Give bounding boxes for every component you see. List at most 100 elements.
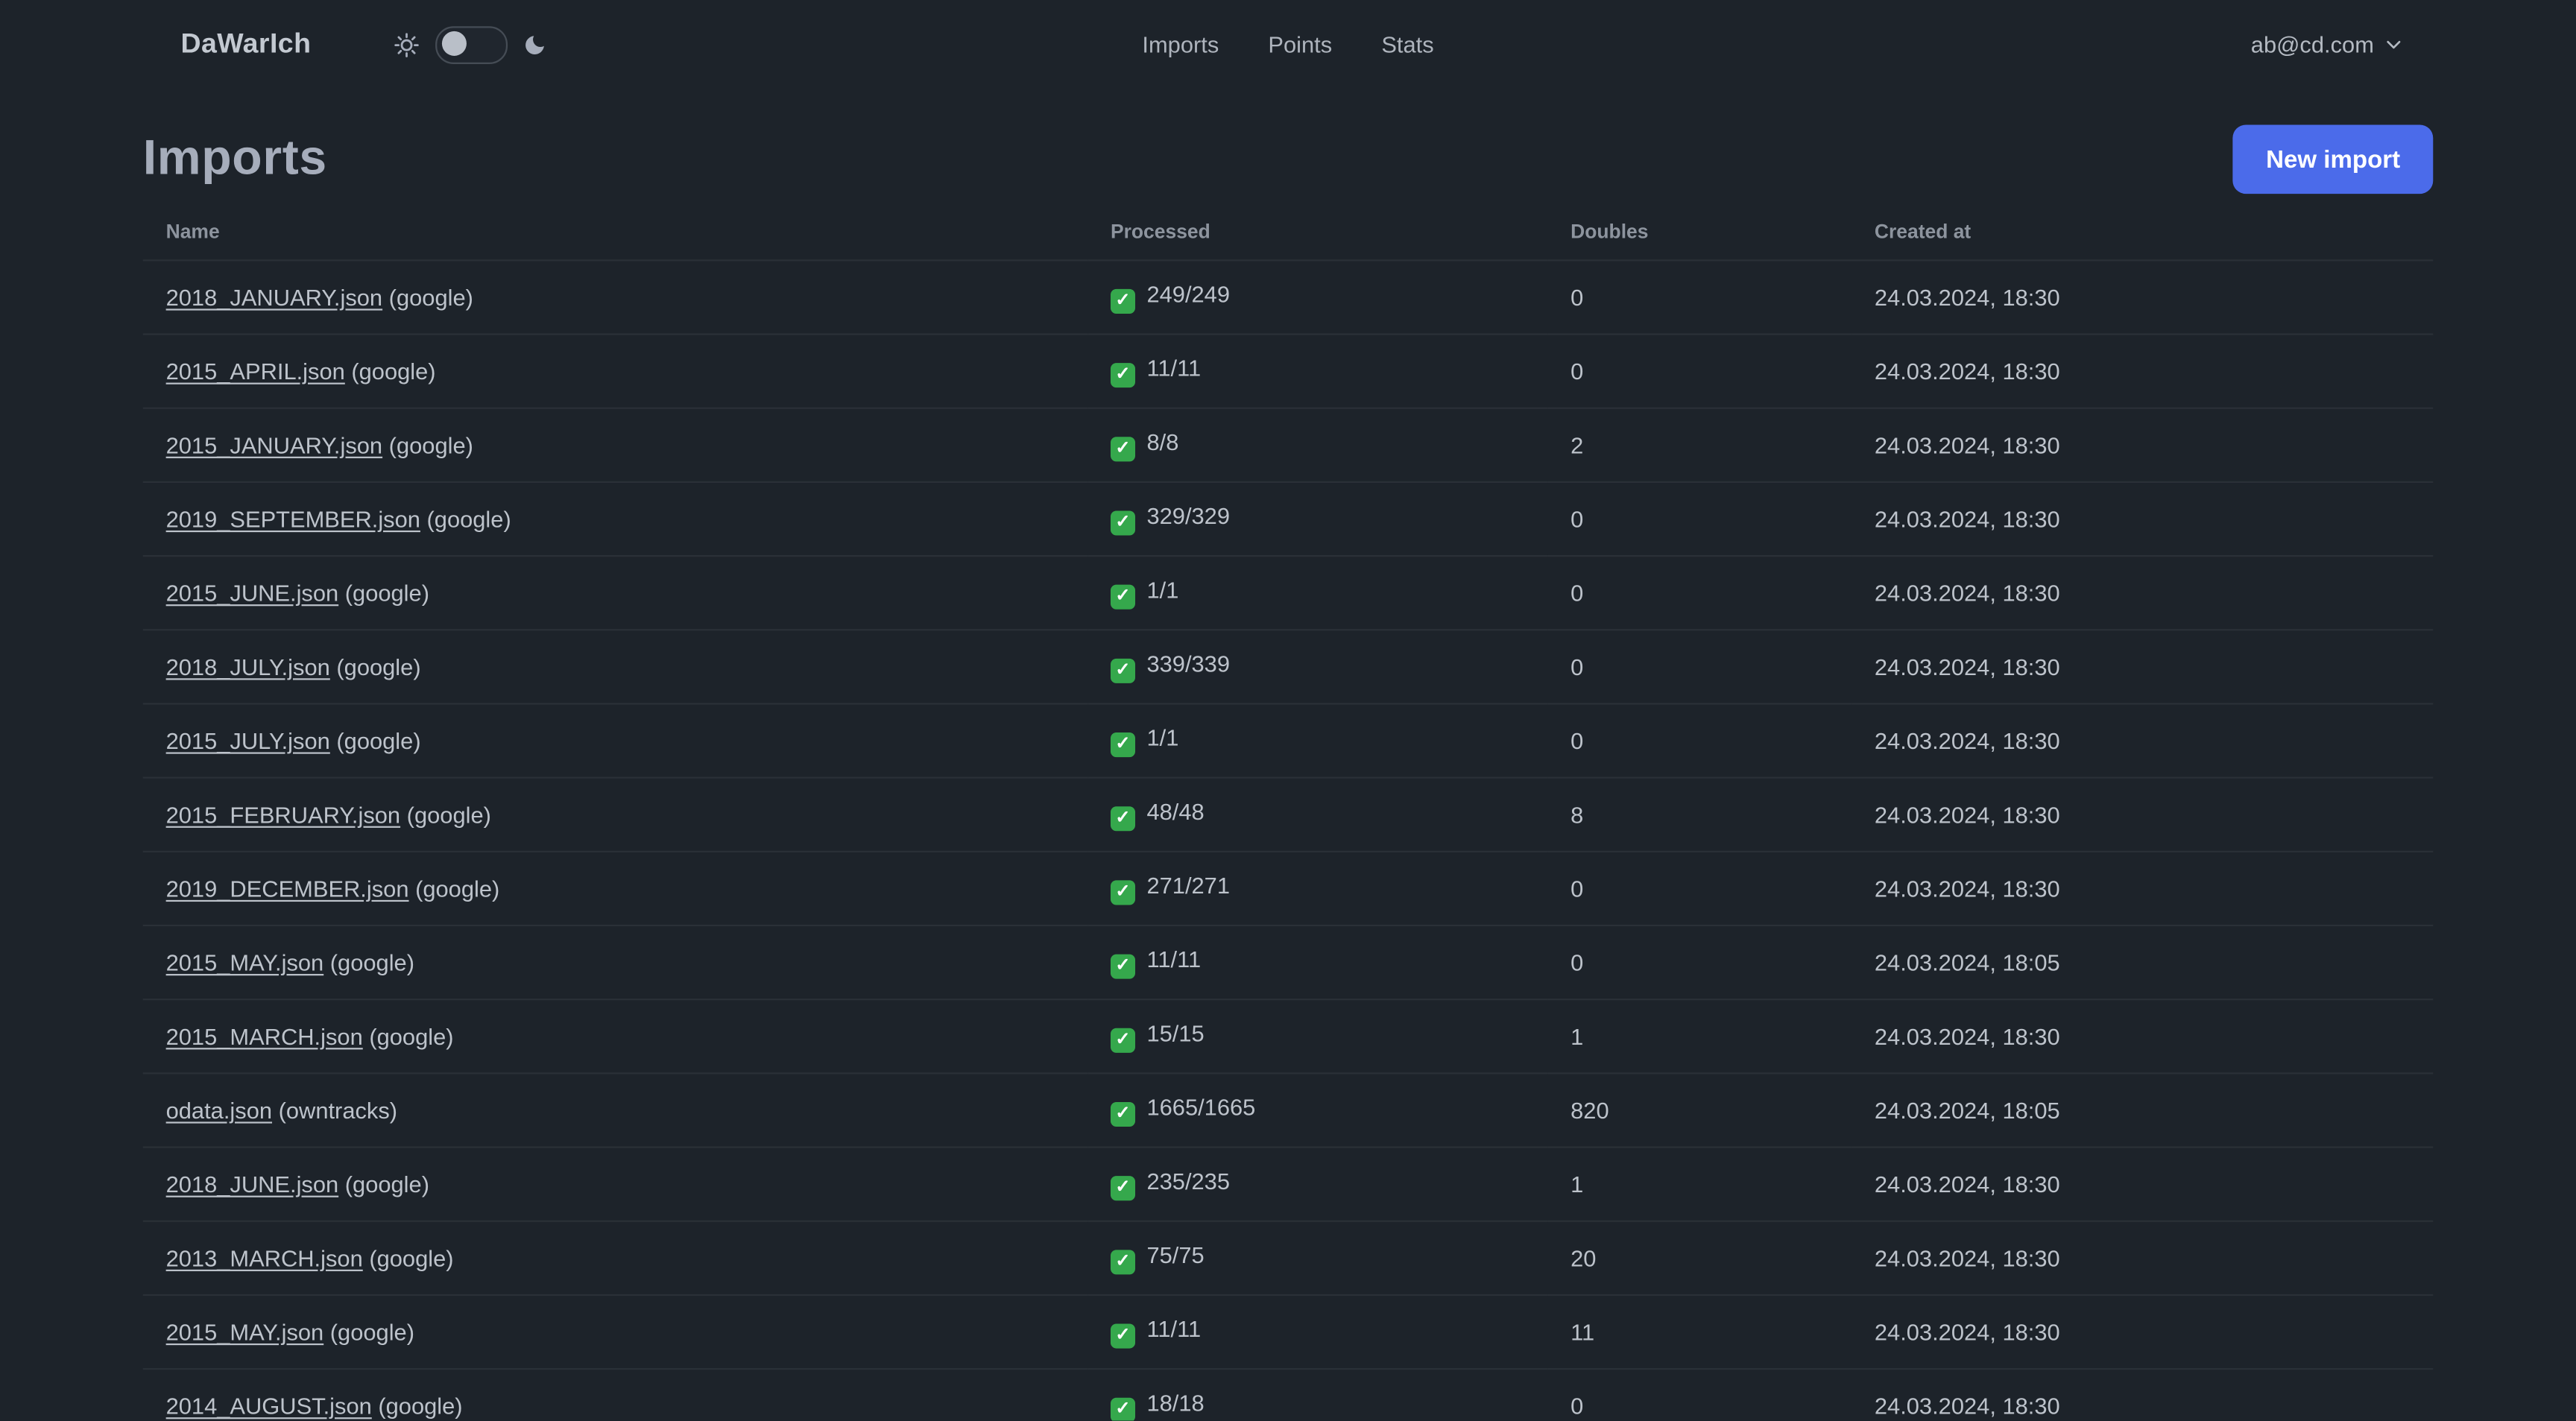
new-import-button[interactable]: New import	[2233, 124, 2434, 194]
imports-table-body: 2018_JANUARY.json (google)249/249024.03.…	[142, 260, 2434, 1421]
name-cell: 2015_MARCH.json (google)	[142, 999, 1088, 1075]
import-file-link[interactable]: 2015_MAY.json	[166, 949, 324, 975]
check-icon	[1110, 658, 1136, 683]
name-cell: 2015_FEBRUARY.json (google)	[142, 777, 1088, 852]
import-source: (google)	[382, 431, 473, 458]
import-file-link[interactable]: 2015_JUNE.json	[166, 580, 339, 606]
check-icon	[1110, 880, 1136, 905]
processed-cell: 75/75	[1087, 1221, 1548, 1297]
theme-switch[interactable]	[435, 25, 508, 63]
processed-count: 1/1	[1146, 576, 1179, 603]
import-file-link[interactable]: 2015_MARCH.json	[166, 1023, 363, 1049]
check-icon	[1110, 288, 1136, 314]
table-row: 2013_MARCH.json (google) 75/75 2024.03.202…	[142, 1221, 2434, 1297]
processed-cell: 271/271	[1087, 851, 1548, 927]
import-source: (google)	[371, 1393, 463, 1420]
import-source: (owntracks)	[272, 1097, 398, 1124]
doubles-cell: 1	[1547, 999, 1852, 1075]
processed-cell: 1665/1665	[1087, 1073, 1548, 1148]
imports-table: Name Processed Doubles Created at 2018_J…	[142, 203, 2434, 1421]
processed-count: 339/339	[1146, 650, 1231, 677]
name-cell: 2018_JANUARY.json (google)	[142, 260, 1088, 335]
import-file-link[interactable]: 2015_APRIL.json	[166, 358, 345, 384]
check-icon	[1110, 1101, 1136, 1127]
check-icon	[1110, 1250, 1136, 1275]
app-screen: DaWarIch Imports Points Stats ab@cd.com …	[0, 0, 2576, 1421]
doubles-cell: 2	[1547, 408, 1852, 484]
import-file-link[interactable]: 2014_AUGUST.json	[166, 1393, 372, 1419]
user-email: ab@cd.com	[2250, 31, 2374, 58]
import-file-link[interactable]: 2018_JULY.json	[166, 653, 330, 680]
processed-cell: 249/249	[1087, 260, 1548, 335]
created-at-cell: 24.03.2024, 18:30	[1852, 999, 2434, 1075]
import-file-link[interactable]: 2015_JULY.json	[166, 727, 330, 753]
created-at-cell: 24.03.2024, 18:05	[1852, 925, 2434, 1001]
table-row: 2015_JULY.json (google) 1/1 024.03.2024, 1…	[142, 703, 2434, 779]
import-source: (google)	[344, 358, 436, 384]
doubles-cell: 0	[1547, 1369, 1852, 1421]
check-icon	[1110, 363, 1136, 388]
import-source: (google)	[338, 580, 429, 607]
created-at-cell: 24.03.2024, 18:30	[1852, 260, 2434, 335]
processed-count: 1/1	[1146, 724, 1179, 751]
check-icon	[1110, 1176, 1136, 1201]
processed-cell: 8/8	[1087, 408, 1548, 484]
table-header: Name Processed Doubles Created at	[142, 203, 2434, 262]
processed-cell: 48/48	[1087, 777, 1548, 852]
processed-cell: 11/11	[1087, 925, 1548, 1001]
name-cell: 2014_AUGUST.json (google)	[142, 1369, 1088, 1421]
brand-logo[interactable]: DaWarIch	[180, 28, 311, 60]
created-at-cell: 24.03.2024, 18:30	[1852, 851, 2434, 927]
import-source: (google)	[408, 875, 500, 902]
import-file-link[interactable]: 2019_SEPTEMBER.json	[166, 506, 420, 532]
doubles-cell: 0	[1547, 630, 1852, 705]
nav-link-stats[interactable]: Stats	[1381, 31, 1433, 57]
processed-count: 1665/1665	[1146, 1093, 1256, 1121]
name-cell: odata.json (owntracks)	[142, 1073, 1088, 1148]
import-file-link[interactable]: odata.json	[166, 1097, 272, 1123]
created-at-cell: 24.03.2024, 18:30	[1852, 1369, 2434, 1421]
doubles-cell: 0	[1547, 851, 1852, 927]
processed-cell: 11/11	[1087, 1294, 1548, 1370]
processed-cell: 235/235	[1087, 1147, 1548, 1222]
processed-cell: 15/15	[1087, 999, 1548, 1075]
nav-link-imports[interactable]: Imports	[1142, 31, 1219, 57]
check-icon	[1110, 584, 1136, 610]
import-source: (google)	[338, 1171, 429, 1197]
processed-cell: 329/329	[1087, 481, 1548, 557]
table-row: 2015_JUNE.json (google) 1/1 024.03.2024, 1…	[142, 556, 2434, 631]
doubles-cell: 11	[1547, 1294, 1852, 1370]
user-menu[interactable]: ab@cd.com	[2251, 31, 2404, 57]
processed-count: 249/249	[1146, 280, 1231, 308]
import-file-link[interactable]: 2015_FEBRUARY.json	[166, 802, 400, 828]
check-icon	[1110, 510, 1136, 536]
import-file-link[interactable]: 2018_JUNE.json	[166, 1171, 339, 1197]
import-source: (google)	[323, 1318, 415, 1346]
page-header: Imports New import	[143, 121, 2434, 197]
created-at-cell: 24.03.2024, 18:05	[1852, 1073, 2434, 1148]
table-row: 2019_DECEMBER.json (google) 271/271 024.03…	[142, 851, 2434, 927]
theme-switch-knob	[442, 30, 467, 55]
table-row: 2015_MAY.json (google) 11/11 1124.03.2024,…	[142, 1294, 2434, 1370]
check-icon	[1110, 1028, 1136, 1053]
imports-page: Imports New import Name Processed Double…	[0, 121, 2576, 1421]
import-file-link[interactable]: 2015_MAY.json	[166, 1319, 324, 1345]
import-source: (google)	[362, 1023, 454, 1050]
doubles-cell: 820	[1547, 1073, 1852, 1148]
processed-count: 75/75	[1146, 1241, 1205, 1268]
import-source: (google)	[420, 505, 511, 533]
import-file-link[interactable]: 2013_MARCH.json	[166, 1245, 363, 1271]
created-at-cell: 24.03.2024, 18:30	[1852, 1147, 2434, 1222]
import-file-link[interactable]: 2015_JANUARY.json	[166, 432, 382, 458]
column-header-name: Name	[142, 203, 1088, 262]
chevron-down-icon	[2384, 34, 2403, 54]
theme-toggle[interactable]	[394, 25, 548, 63]
processed-count: 48/48	[1146, 798, 1205, 825]
nav-link-points[interactable]: Points	[1268, 31, 1332, 57]
import-file-link[interactable]: 2018_JANUARY.json	[166, 284, 382, 310]
doubles-cell: 20	[1547, 1221, 1852, 1297]
import-source: (google)	[362, 1244, 454, 1271]
check-icon	[1110, 437, 1136, 462]
import-file-link[interactable]: 2019_DECEMBER.json	[166, 876, 409, 902]
created-at-cell: 24.03.2024, 18:30	[1852, 777, 2434, 852]
